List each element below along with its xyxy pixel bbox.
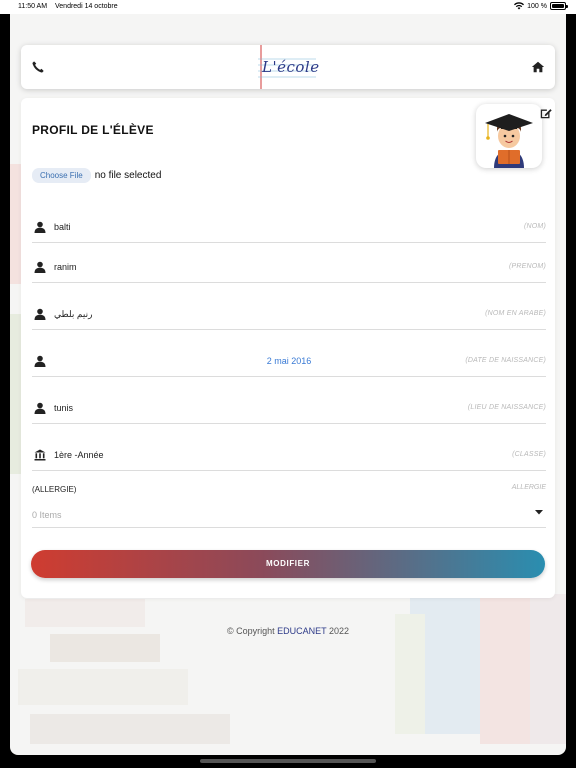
nom-field[interactable]: balti (NOM): [32, 211, 546, 243]
file-picker: Choose File no file selected: [32, 168, 161, 183]
allergy-label: (ALLERGIE): [32, 485, 77, 494]
nom-placeholder: (NOM): [524, 223, 546, 230]
modifier-button[interactable]: MODIFIER: [31, 550, 545, 578]
classe-placeholder: (CLASSE): [512, 451, 546, 458]
file-status: no file selected: [94, 170, 162, 181]
status-right: 100 %: [514, 2, 568, 10]
footer-year: 2022: [329, 626, 350, 636]
home-icon[interactable]: [531, 60, 545, 74]
nom-value: balti: [54, 222, 71, 232]
avatar[interactable]: [476, 104, 542, 168]
student-avatar-icon: [485, 114, 533, 168]
footer-brand-link[interactable]: EDUCANET: [277, 626, 326, 636]
prenom-placeholder: (PRENOM): [509, 263, 546, 270]
allergy-placeholder: ALLERGIE: [511, 484, 546, 491]
wifi-icon: [514, 2, 525, 10]
page-title: PROFIL DE L'ÉLÈVE: [32, 123, 154, 137]
logo-text: L'école: [262, 58, 320, 76]
user-icon: [34, 221, 46, 233]
copyright-text: © Copyright: [226, 626, 275, 636]
classe-value: 1ère -Année: [54, 450, 104, 460]
top-header: L'école: [21, 45, 555, 89]
app-screen: L'école PROFIL DE L'ÉLÈVE Choose File no…: [10, 14, 566, 755]
chevron-down-icon[interactable]: [534, 508, 544, 516]
lieu-naissance-placeholder: (LIEU DE NAISSANCE): [467, 404, 546, 411]
bank-icon: [34, 449, 46, 461]
profile-card: PROFIL DE L'ÉLÈVE Choose File no file se…: [21, 98, 555, 598]
school-logo: L'école: [258, 45, 319, 89]
allergy-count: 0 Items: [32, 510, 62, 520]
user-icon: [34, 402, 46, 414]
classe-field[interactable]: 1ère -Année (CLASSE): [32, 439, 546, 471]
edit-icon[interactable]: [539, 106, 553, 120]
prenom-value: ranim: [54, 262, 77, 272]
lieu-naissance-field[interactable]: tunis (LIEU DE NAISSANCE): [32, 392, 546, 424]
choose-file-button[interactable]: Choose File: [32, 168, 91, 183]
nom-arabe-value: رنيم بلطي: [54, 309, 93, 319]
user-icon: [34, 308, 46, 320]
status-date: Vendredi 14 octobre: [55, 3, 118, 10]
date-naissance-field[interactable]: 2 mai 2016 (DATE DE NAISSANCE): [32, 345, 546, 377]
nom-arabe-field[interactable]: رنيم بلطي (NOM EN ARABE): [32, 298, 546, 330]
status-time: 11:50 AM: [18, 3, 48, 10]
allergy-select[interactable]: (ALLERGIE) ALLERGIE 0 Items: [32, 483, 546, 528]
phone-icon[interactable]: [31, 60, 45, 74]
lieu-naissance-value: tunis: [54, 403, 74, 413]
user-icon: [34, 261, 46, 273]
status-bar: 11:50 AM Vendredi 14 octobre 100 %: [0, 0, 576, 14]
footer: © Copyright EDUCANET 2022: [10, 626, 566, 636]
nom-arabe-placeholder: (NOM EN ARABE): [485, 310, 546, 317]
home-indicator[interactable]: [200, 759, 376, 763]
battery-percent: 100 %: [527, 2, 547, 10]
battery-icon: [550, 2, 568, 10]
date-naissance-placeholder: (DATE DE NAISSANCE): [465, 357, 546, 364]
prenom-field[interactable]: ranim (PRENOM): [32, 251, 546, 283]
